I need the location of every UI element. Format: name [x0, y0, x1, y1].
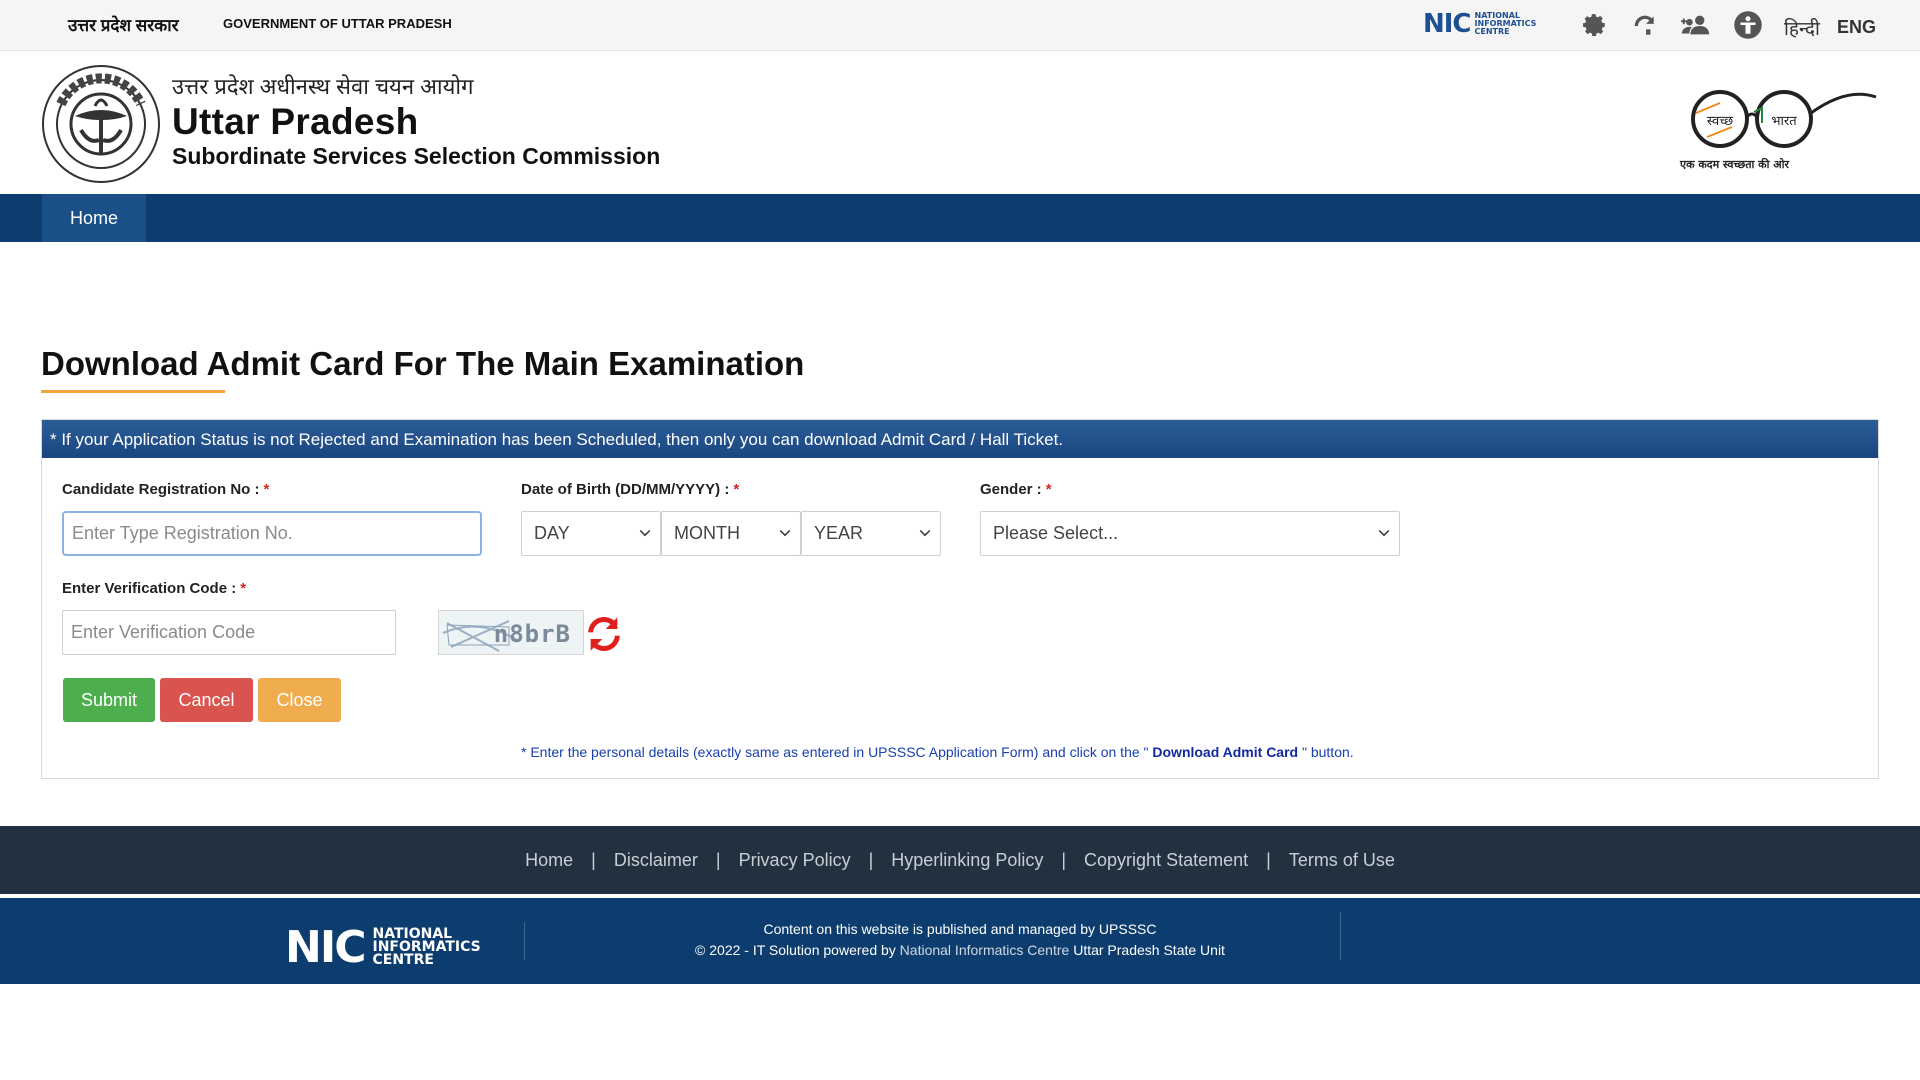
verification-label: Enter Verification Code : * [62, 580, 246, 597]
government-name-hindi: उत्तर प्रदेश सरकार [68, 16, 179, 35]
dob-month-select[interactable]: MONTH [661, 511, 801, 556]
registration-number-input[interactable] [62, 511, 482, 556]
dob-label: Date of Birth (DD/MM/YYYY) : * [521, 481, 739, 498]
verification-label-text: Enter Verification Code : [62, 580, 237, 597]
nic-logo-mark: NIC [1423, 9, 1472, 39]
footer-copyright: © 2022 - IT Solution powered by National… [0, 942, 1920, 958]
footer-separator: | [868, 849, 874, 870]
submit-button[interactable]: Submit [63, 678, 155, 722]
gender-select[interactable]: Please Select... [980, 511, 1400, 556]
registration-label-text: Candidate Registration No : [62, 481, 260, 498]
footer-separator: | [1061, 849, 1067, 870]
captcha-image: n8brB [438, 610, 584, 655]
footer-link-home[interactable]: Home [525, 850, 573, 871]
language-hindi-link[interactable]: हिन्दी [1784, 15, 1820, 41]
form-instruction-suffix: " button. [1301, 744, 1354, 760]
cancel-button[interactable]: Cancel [160, 678, 253, 722]
gender-label: Gender : * [980, 481, 1052, 498]
main-navbar: Home [0, 194, 1920, 242]
footer-link-privacy-policy[interactable]: Privacy Policy [739, 850, 851, 871]
footer-copyright-suffix: Uttar Pradesh State Unit [1073, 942, 1225, 958]
swachh-bharat-logo: स्वच्छ भारत एक कदम स्वच्छता की ओर [1679, 90, 1877, 171]
required-mark: * [240, 580, 247, 597]
gender-select-value: Please Select... [993, 523, 1119, 543]
footer-link-copyright-statement[interactable]: Copyright Statement [1084, 850, 1248, 871]
page-title: Download Admit Card For The Main Examina… [41, 345, 805, 382]
footer-link-terms-of-use[interactable]: Terms of Use [1289, 850, 1395, 871]
dob-day-value: DAY [534, 523, 570, 543]
form-instruction-prefix: * Enter the personal details (exactly sa… [521, 744, 1149, 760]
chevron-down-icon [919, 525, 931, 537]
dob-label-text: Date of Birth (DD/MM/YYYY) : [521, 481, 730, 498]
site-header: उत्तर प्रदेश अधीनस्थ सेवा चयन आयोग Uttar… [0, 51, 1920, 194]
footer-content-note: Content on this website is published and… [763, 921, 1157, 937]
nav-item-home[interactable]: Home [42, 194, 146, 242]
title-underline [41, 390, 225, 393]
footer-copyright-prefix: © 2022 - IT Solution powered by [695, 942, 896, 958]
government-name-english: GOVERNMENT OF UTTAR PRADESH [223, 16, 452, 31]
registration-label: Candidate Registration No : * [62, 481, 269, 498]
bharat-word: भारत [1771, 114, 1797, 129]
gender-label-text: Gender : [980, 481, 1042, 498]
users-icon[interactable] [1681, 10, 1711, 40]
verification-code-input[interactable] [62, 610, 396, 655]
site-title: Uttar Pradesh [172, 101, 419, 142]
gear-icon[interactable] [1580, 10, 1610, 40]
site-subtitle: Subordinate Services Selection Commissio… [172, 143, 661, 169]
accessibility-icon[interactable] [1630, 10, 1660, 40]
site-footer: NIC NATIONAL INFORMATICS CENTRE Content … [0, 898, 1920, 984]
dob-year-value: YEAR [814, 523, 864, 543]
footer-separator: | [591, 849, 596, 870]
up-state-emblem[interactable] [41, 64, 161, 184]
commission-name-hindi: उत्तर प्रदेश अधीनस्थ सेवा चयन आयोग [172, 74, 474, 99]
footer-links: Home | Disclaimer | Privacy Policy | Hyp… [0, 826, 1920, 894]
footer-separator: | [715, 849, 721, 870]
close-button[interactable]: Close [258, 678, 341, 722]
form-instruction: * Enter the personal details (exactly sa… [521, 744, 1354, 760]
language-english-link[interactable]: ENG [1837, 17, 1876, 38]
required-mark: * [263, 481, 270, 498]
footer-nic-link[interactable]: National Informatics Centre [900, 942, 1070, 958]
top-bar: उत्तर प्रदेश सरकार GOVERNMENT OF UTTAR P… [0, 0, 1920, 51]
sitemap-icon[interactable] [1733, 10, 1763, 40]
dob-month-value: MONTH [674, 523, 740, 543]
captcha-text: n8brB [493, 620, 571, 648]
download-admit-card-text: Download Admit Card [1152, 744, 1299, 760]
chevron-down-icon [639, 525, 651, 537]
required-mark: * [733, 481, 740, 498]
required-mark: * [1045, 481, 1052, 498]
swachh-word: स्वच्छ [1707, 114, 1734, 129]
chevron-down-icon [1378, 525, 1390, 537]
chevron-down-icon [779, 525, 791, 537]
nic-logo-words: NATIONAL INFORMATICS CENTRE [1474, 11, 1537, 36]
admit-card-form: * If your Application Status is not Reje… [41, 419, 1879, 779]
form-notice: * If your Application Status is not Reje… [42, 420, 1878, 458]
dob-day-select[interactable]: DAY [521, 511, 661, 556]
footer-separator: | [1266, 849, 1271, 870]
swachh-tagline: एक कदम स्वच्छता की ओर [1679, 157, 1790, 171]
nic-logo[interactable]: NIC NATIONAL INFORMATICS CENTRE [1423, 9, 1551, 39]
refresh-captcha-icon[interactable] [584, 614, 624, 654]
footer-link-hyperlinking-policy[interactable]: Hyperlinking Policy [891, 850, 1043, 871]
footer-link-disclaimer[interactable]: Disclaimer [614, 850, 698, 871]
dob-year-select[interactable]: YEAR [801, 511, 941, 556]
